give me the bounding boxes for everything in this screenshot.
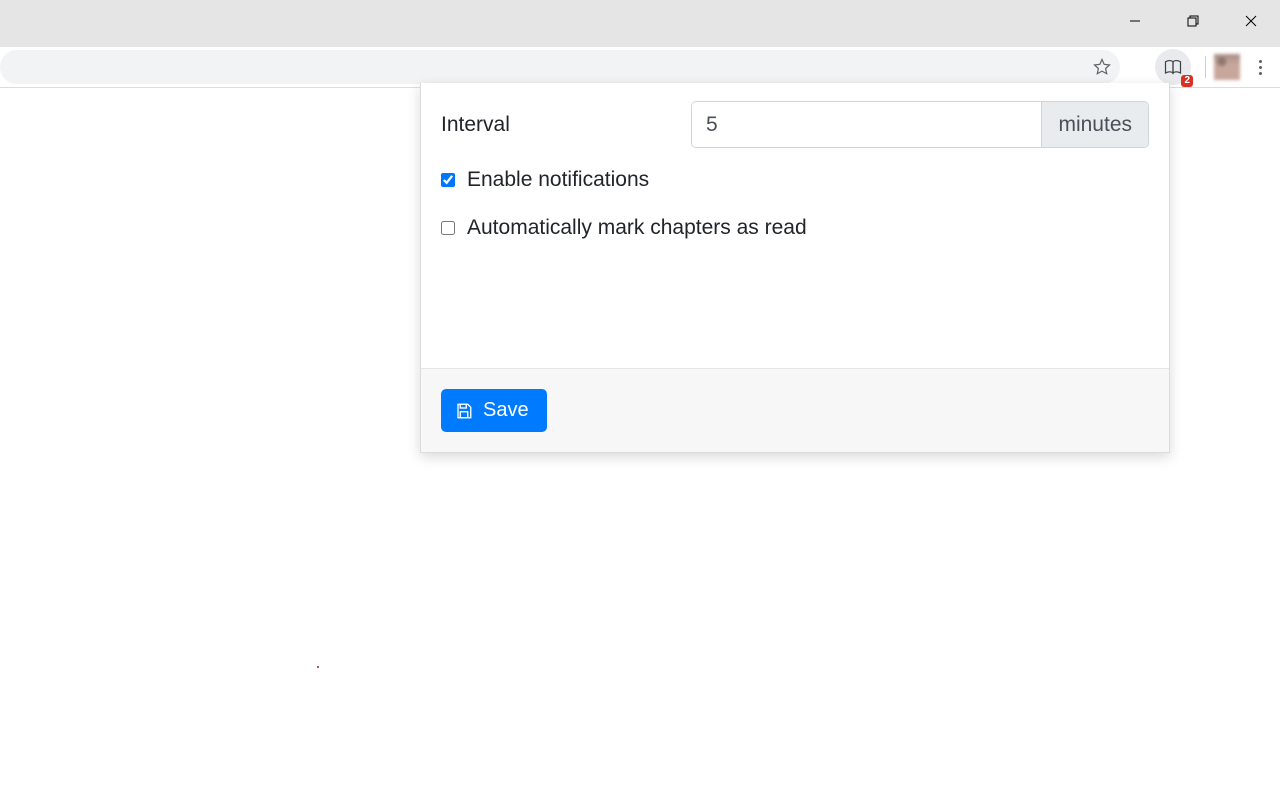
book-open-icon [1164,59,1182,75]
window-minimize-button[interactable] [1106,0,1164,41]
star-icon [1093,58,1111,76]
window-maximize-button[interactable] [1164,0,1222,41]
stray-pixel [317,666,319,668]
browser-menu-button[interactable] [1250,52,1270,82]
extension-button[interactable]: 2 [1155,49,1191,85]
close-icon [1245,15,1257,27]
kebab-dot-icon [1259,72,1262,75]
window-controls [1106,0,1280,41]
interval-unit-label: minutes [1041,102,1148,147]
enable-notifications-checkbox[interactable] [441,173,455,187]
maximize-icon [1187,15,1199,27]
interval-input[interactable] [692,102,1041,147]
save-icon [455,402,473,420]
auto-mark-checkbox[interactable] [441,221,455,235]
kebab-dot-icon [1259,66,1262,69]
window-titlebar [0,0,1280,41]
save-button-label: Save [483,399,529,422]
toolbar-separator [1205,56,1206,78]
popup-body: Interval minutes Enable notifications Au… [421,83,1169,368]
bookmark-star-button[interactable] [1092,57,1112,77]
extension-popup: Interval minutes Enable notifications Au… [420,83,1170,453]
kebab-dot-icon [1259,60,1262,63]
save-button[interactable]: Save [441,389,547,432]
interval-row: Interval minutes [441,101,1149,148]
address-bar[interactable] [0,50,1120,84]
window-close-button[interactable] [1222,0,1280,41]
browser-toolbar: 2 [0,47,1280,88]
popup-footer: Save [421,368,1169,452]
profile-avatar-button[interactable] [1214,54,1240,80]
enable-notifications-row: Enable notifications [441,168,1149,192]
auto-mark-label[interactable]: Automatically mark chapters as read [467,216,807,240]
minimize-icon [1129,15,1141,27]
enable-notifications-label[interactable]: Enable notifications [467,168,649,192]
interval-label: Interval [441,113,691,137]
auto-mark-row: Automatically mark chapters as read [441,216,1149,240]
interval-input-group: minutes [691,101,1149,148]
page-content: Interval minutes Enable notifications Au… [0,88,1280,800]
toolbar-right-group: 2 [1155,47,1276,87]
extension-badge: 2 [1181,75,1193,87]
